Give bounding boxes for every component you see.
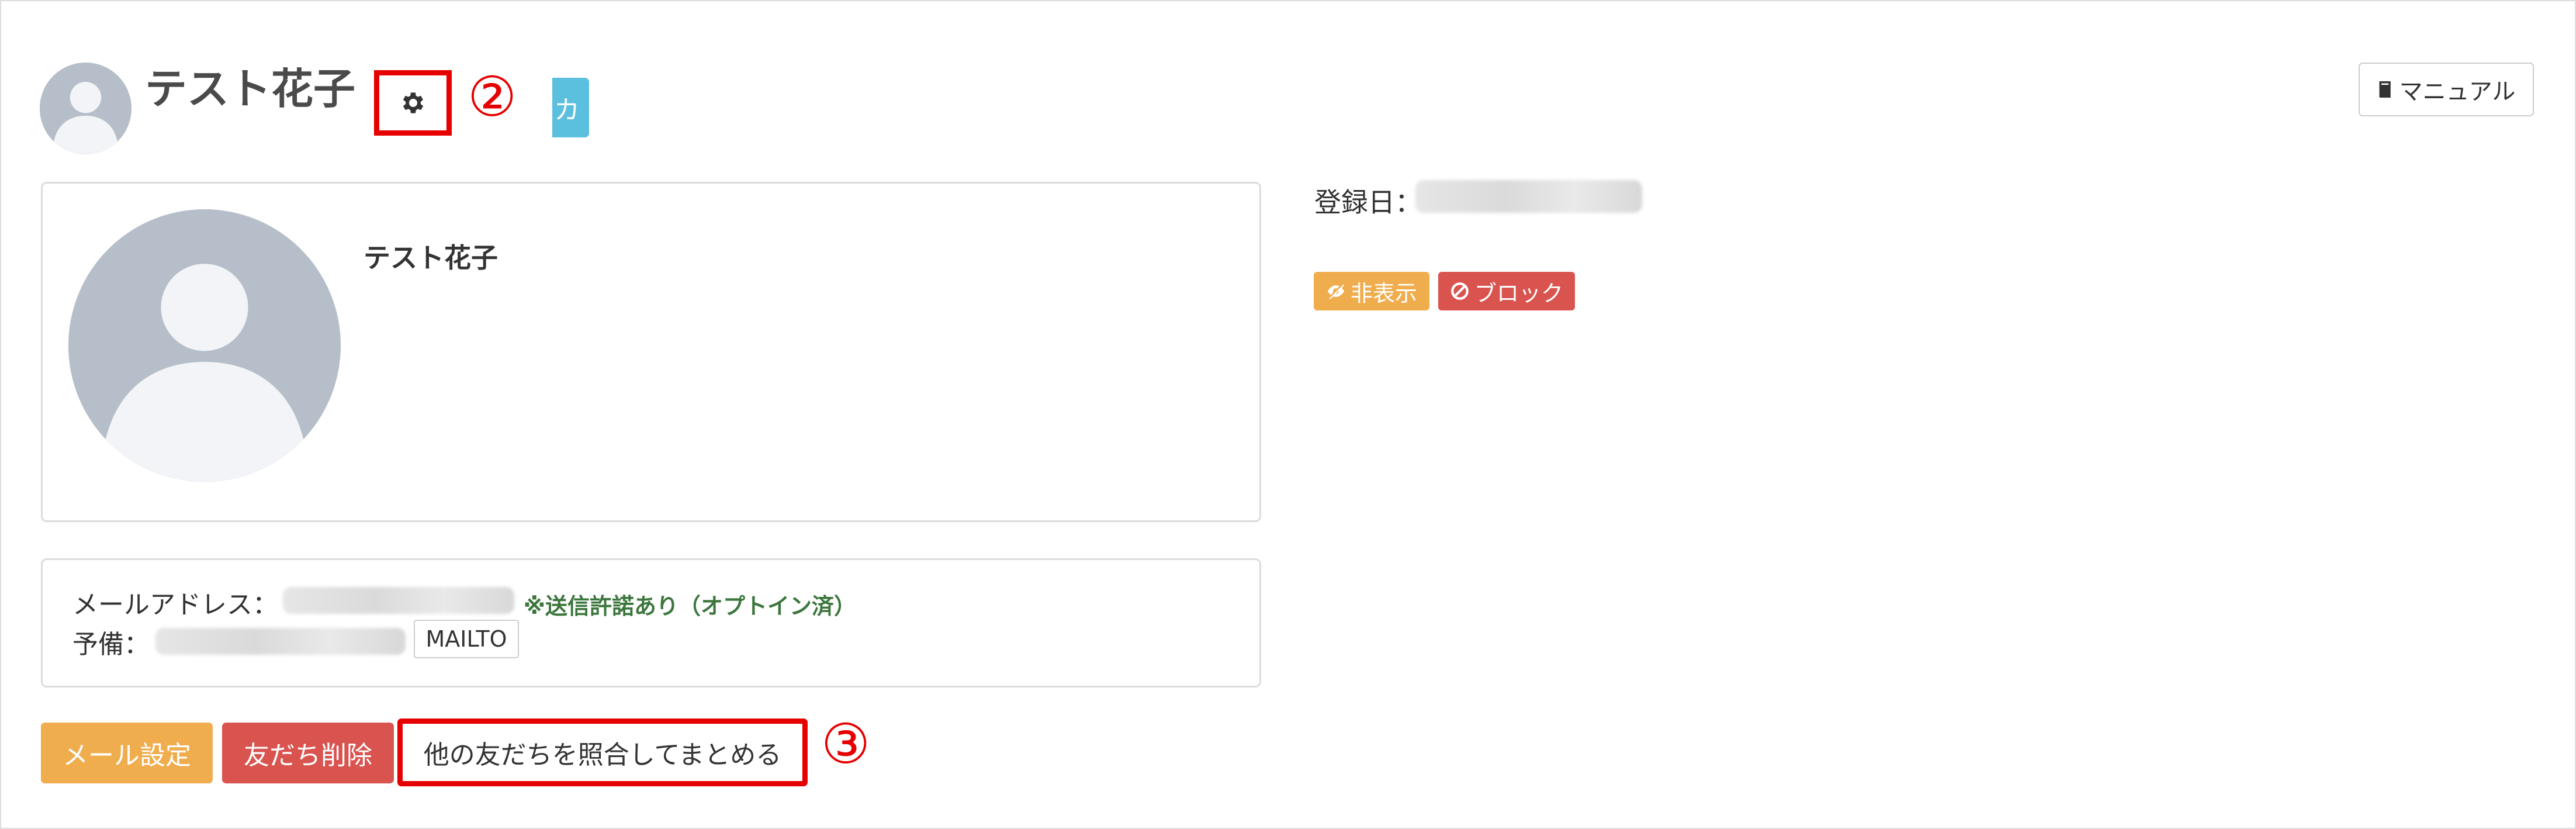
- registered-label: 登録日：: [1314, 186, 1422, 218]
- optin-note: ※送信許諾あり（オプトイン済）: [524, 593, 856, 619]
- mailto-button[interactable]: MAILTO: [414, 620, 519, 658]
- block-label: ブロック: [1474, 280, 1563, 306]
- callout-2: ②: [468, 65, 517, 129]
- user-silhouette-icon: [68, 209, 341, 482]
- ban-icon: [1451, 282, 1469, 300]
- delete-friend-button[interactable]: 友だち削除: [222, 723, 394, 783]
- header-avatar: [40, 63, 131, 154]
- page-title: テスト花子: [145, 64, 356, 113]
- manual-button[interactable]: マニュアル: [2359, 63, 2534, 116]
- hide-badge[interactable]: 非表示: [1314, 272, 1429, 310]
- hidden-action-button[interactable]: カ: [552, 78, 589, 137]
- settings-gear-button[interactable]: [374, 70, 452, 136]
- registered-date-redacted: [1415, 180, 1642, 213]
- callout-3: ③: [821, 713, 871, 776]
- eye-slash-icon: [1327, 284, 1345, 300]
- gear-icon: [403, 92, 423, 113]
- manual-label: マニュアル: [2399, 78, 2516, 105]
- user-silhouette-icon: [40, 63, 131, 154]
- spare-value-redacted: [155, 628, 406, 655]
- profile-name: テスト花子: [363, 242, 498, 274]
- email-value-redacted: [283, 587, 514, 614]
- block-badge[interactable]: ブロック: [1438, 272, 1575, 310]
- hide-label: 非表示: [1350, 280, 1417, 306]
- profile-avatar: [68, 209, 341, 482]
- contact-panel: [41, 558, 1261, 688]
- spare-label: 予備：: [72, 630, 150, 659]
- book-icon: [2379, 81, 2391, 98]
- mail-settings-button[interactable]: メール設定: [41, 723, 213, 783]
- merge-friends-button[interactable]: 他の友だちを照合してまとめる: [397, 719, 808, 786]
- email-label: メールアドレス：: [72, 590, 278, 620]
